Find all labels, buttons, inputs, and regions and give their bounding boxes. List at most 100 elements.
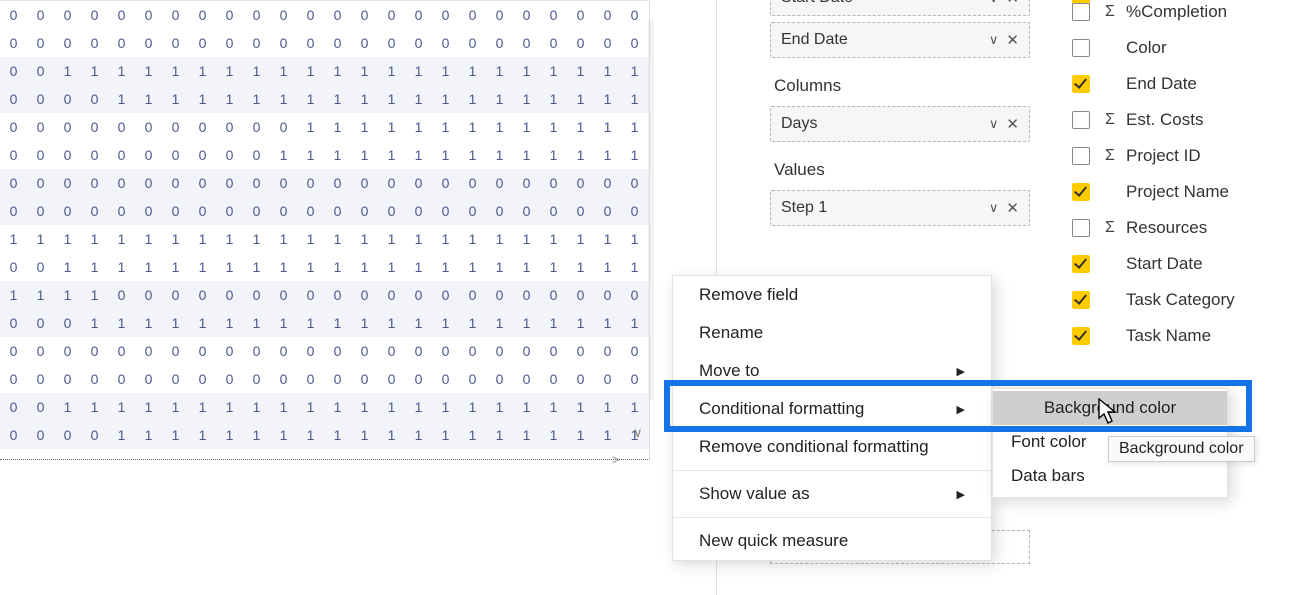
chevron-down-icon[interactable]: ∨	[989, 200, 999, 216]
matrix-cell[interactable]: 0	[621, 281, 648, 309]
field-row[interactable]: Task Name	[1072, 318, 1292, 354]
matrix-cell[interactable]: 1	[135, 421, 162, 449]
matrix-cell[interactable]: 1	[432, 225, 459, 253]
matrix-cell[interactable]: 0	[54, 365, 81, 393]
matrix-cell[interactable]: 0	[432, 29, 459, 57]
field-checkbox[interactable]	[1072, 219, 1090, 237]
matrix-cell[interactable]: 0	[432, 197, 459, 225]
matrix-cell[interactable]: 1	[108, 253, 135, 281]
matrix-cell[interactable]: 1	[189, 393, 216, 421]
matrix-cell[interactable]: 0	[81, 197, 108, 225]
matrix-cell[interactable]: 1	[243, 57, 270, 85]
matrix-cell[interactable]: 0	[540, 197, 567, 225]
matrix-cell[interactable]: 0	[81, 29, 108, 57]
matrix-cell[interactable]: 0	[108, 169, 135, 197]
matrix-cell[interactable]: 1	[594, 85, 621, 113]
matrix-cell[interactable]: 0	[108, 113, 135, 141]
matrix-cell[interactable]: 1	[594, 421, 621, 449]
matrix-cell[interactable]: 0	[81, 113, 108, 141]
matrix-cell[interactable]: 0	[567, 29, 594, 57]
matrix-cell[interactable]: 1	[162, 85, 189, 113]
matrix-cell[interactable]: 0	[594, 197, 621, 225]
matrix-cell[interactable]: 1	[135, 393, 162, 421]
matrix-cell[interactable]: 1	[459, 141, 486, 169]
matrix-cell[interactable]: 0	[108, 141, 135, 169]
field-checkbox[interactable]	[1072, 327, 1090, 345]
matrix-cell[interactable]: 1	[594, 57, 621, 85]
matrix-cell[interactable]: 0	[432, 365, 459, 393]
matrix-cell[interactable]: 1	[405, 57, 432, 85]
matrix-cell[interactable]: 0	[27, 309, 54, 337]
matrix-cell[interactable]: 0	[162, 141, 189, 169]
field-row[interactable]: Σ%Completion	[1072, 0, 1292, 30]
matrix-cell[interactable]: 1	[459, 85, 486, 113]
matrix-cell[interactable]: 0	[594, 169, 621, 197]
matrix-cell[interactable]: 0	[594, 281, 621, 309]
matrix-cell[interactable]: 0	[27, 57, 54, 85]
matrix-cell[interactable]: 1	[189, 309, 216, 337]
matrix-cell[interactable]: 0	[459, 281, 486, 309]
matrix-cell[interactable]: 0	[324, 365, 351, 393]
matrix-cell[interactable]: 1	[324, 225, 351, 253]
field-checkbox[interactable]	[1072, 147, 1090, 165]
matrix-cell[interactable]: 0	[405, 365, 432, 393]
matrix-cell[interactable]: 0	[378, 197, 405, 225]
ctx-show-value-as[interactable]: Show value as ▶	[673, 475, 991, 513]
matrix-cell[interactable]: 0	[216, 141, 243, 169]
matrix-cell[interactable]: 1	[405, 253, 432, 281]
matrix-cell[interactable]: 0	[621, 1, 648, 29]
matrix-cell[interactable]: 1	[513, 57, 540, 85]
matrix-cell[interactable]: 0	[405, 281, 432, 309]
matrix-cell[interactable]: 1	[135, 253, 162, 281]
matrix-cell[interactable]: 1	[135, 309, 162, 337]
matrix-cell[interactable]: 0	[513, 281, 540, 309]
matrix-cell[interactable]: 1	[243, 421, 270, 449]
matrix-cell[interactable]: 0	[243, 169, 270, 197]
matrix-cell[interactable]: 0	[27, 337, 54, 365]
matrix-cell[interactable]: 0	[108, 197, 135, 225]
field-row[interactable]: ΣEst. Costs	[1072, 102, 1292, 138]
matrix-cell[interactable]: 1	[513, 421, 540, 449]
matrix-cell[interactable]: 1	[27, 281, 54, 309]
matrix-cell[interactable]: 0	[270, 337, 297, 365]
matrix-cell[interactable]: 1	[513, 393, 540, 421]
matrix-cell[interactable]: 1	[405, 113, 432, 141]
matrix-cell[interactable]: 1	[540, 309, 567, 337]
chevron-down-icon[interactable]: ∨	[989, 0, 999, 6]
matrix-cell[interactable]: 0	[351, 1, 378, 29]
matrix-cell[interactable]: 0	[459, 169, 486, 197]
matrix-cell[interactable]: 0	[81, 85, 108, 113]
matrix-cell[interactable]: 0	[216, 1, 243, 29]
matrix-cell[interactable]: 1	[135, 85, 162, 113]
matrix-cell[interactable]: 1	[108, 421, 135, 449]
matrix-cell[interactable]: 1	[0, 281, 27, 309]
matrix-cell[interactable]: 0	[351, 197, 378, 225]
matrix-cell[interactable]: 1	[108, 57, 135, 85]
matrix-cell[interactable]: 1	[621, 85, 648, 113]
matrix-cell[interactable]: 1	[378, 225, 405, 253]
matrix-cell[interactable]: 0	[513, 1, 540, 29]
matrix-cell[interactable]: 0	[0, 169, 27, 197]
matrix-cell[interactable]: 1	[324, 141, 351, 169]
field-row[interactable]: ΣResources	[1072, 210, 1292, 246]
matrix-cell[interactable]: 0	[567, 281, 594, 309]
matrix-cell[interactable]: 1	[216, 225, 243, 253]
matrix-cell[interactable]: 1	[297, 57, 324, 85]
matrix-cell[interactable]: 1	[513, 85, 540, 113]
matrix-cell[interactable]: 1	[297, 225, 324, 253]
matrix-cell[interactable]: 1	[594, 141, 621, 169]
matrix-cell[interactable]: 0	[486, 29, 513, 57]
matrix-cell[interactable]: 1	[216, 309, 243, 337]
matrix-cell[interactable]: 1	[81, 253, 108, 281]
ctx-remove-field[interactable]: Remove field	[673, 276, 991, 314]
matrix-cell[interactable]: 0	[378, 169, 405, 197]
matrix-cell[interactable]: 1	[378, 253, 405, 281]
matrix-cell[interactable]: 0	[162, 113, 189, 141]
matrix-cell[interactable]: 1	[405, 393, 432, 421]
matrix-cell[interactable]: 0	[324, 1, 351, 29]
matrix-cell[interactable]: 1	[567, 57, 594, 85]
matrix-cell[interactable]: 0	[189, 1, 216, 29]
matrix-cell[interactable]: 0	[513, 337, 540, 365]
matrix-cell[interactable]: 1	[405, 85, 432, 113]
matrix-cell[interactable]: 0	[27, 197, 54, 225]
